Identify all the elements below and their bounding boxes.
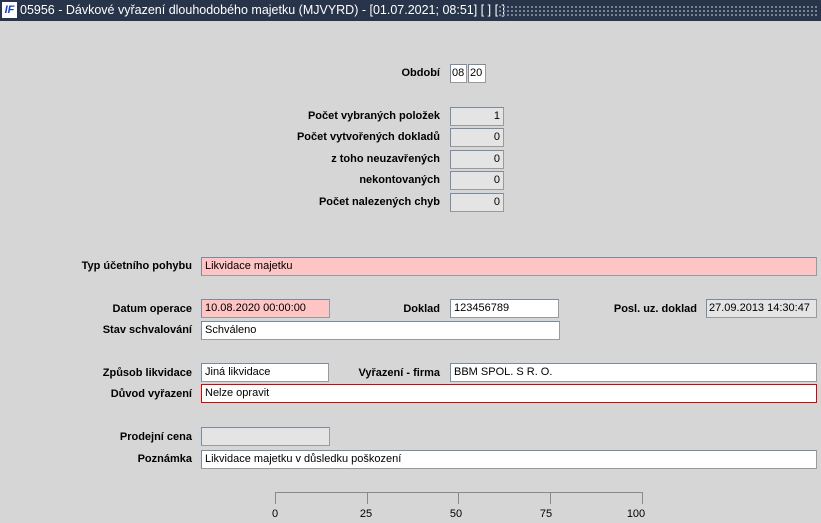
count-selected-items: 1 (450, 107, 504, 126)
posl-doklad-field: 27.09.2013 14:30:47 (706, 299, 817, 318)
count-unposted: 0 (450, 171, 504, 190)
progress-tick (275, 492, 276, 504)
count-created-docs: 0 (450, 128, 504, 147)
window-title: 05956 - Dávkové vyřazení dlouhodobého ma… (20, 3, 505, 17)
duvod-input[interactable]: Nelze opravit (201, 384, 817, 403)
period-year-input[interactable]: 20 (468, 64, 486, 83)
doklad-input[interactable]: 123456789 (450, 299, 559, 318)
title-bar: IF 05956 - Dávkové vyřazení dlouhodobého… (0, 0, 821, 21)
posl-doklad-label: Posl. uz. doklad (613, 303, 697, 315)
doklad-label: Doklad (403, 303, 440, 315)
progress-tick-label: 75 (539, 508, 553, 520)
datum-input[interactable]: 10.08.2020 00:00:00 (201, 299, 330, 318)
count-unclosed: 0 (450, 150, 504, 169)
cena-label: Prodejní cena (119, 431, 192, 443)
progress-tick-label: 0 (271, 508, 279, 520)
zpusob-input[interactable]: Jiná likvidace (201, 363, 329, 382)
count-label: Počet vybraných položek (307, 110, 440, 122)
zpusob-label: Způsob likvidace (102, 367, 192, 379)
count-label: Počet vytvořených dokladů (296, 131, 440, 143)
count-label: nekontovaných (359, 174, 440, 186)
datum-label: Datum operace (112, 303, 192, 315)
firma-input[interactable]: BBM SPOL. S R. O. (450, 363, 817, 382)
progress-tick-label: 100 (626, 508, 646, 520)
progress-tick-label: 50 (449, 508, 463, 520)
count-label: Počet nalezených chyb (318, 196, 440, 208)
firma-label: Vyřazení - firma (358, 367, 440, 379)
period-label: Období (401, 67, 441, 79)
poznamka-label: Poznámka (137, 453, 192, 465)
typ-input[interactable]: Likvidace majetku (201, 257, 817, 276)
progress-scale (275, 492, 643, 493)
app-logo-icon: IF (2, 2, 17, 18)
title-bar-grip[interactable] (498, 5, 819, 16)
progress-tick (367, 492, 368, 504)
progress-tick-label: 25 (359, 508, 373, 520)
typ-label: Typ účetního pohybu (81, 260, 192, 272)
cena-input (201, 427, 330, 446)
progress-tick (642, 492, 643, 504)
poznamka-input[interactable]: Likvidace majetku v důsledku poškození (201, 450, 817, 469)
stav-input[interactable]: Schváleno (201, 321, 560, 340)
progress-tick (550, 492, 551, 504)
count-errors: 0 (450, 193, 504, 212)
count-label: z toho neuzavřených (331, 153, 440, 165)
duvod-label: Důvod vyřazení (110, 388, 192, 400)
stav-label: Stav schvalování (102, 324, 192, 336)
period-month-input[interactable]: 08 (450, 64, 467, 83)
progress-tick (458, 492, 459, 504)
